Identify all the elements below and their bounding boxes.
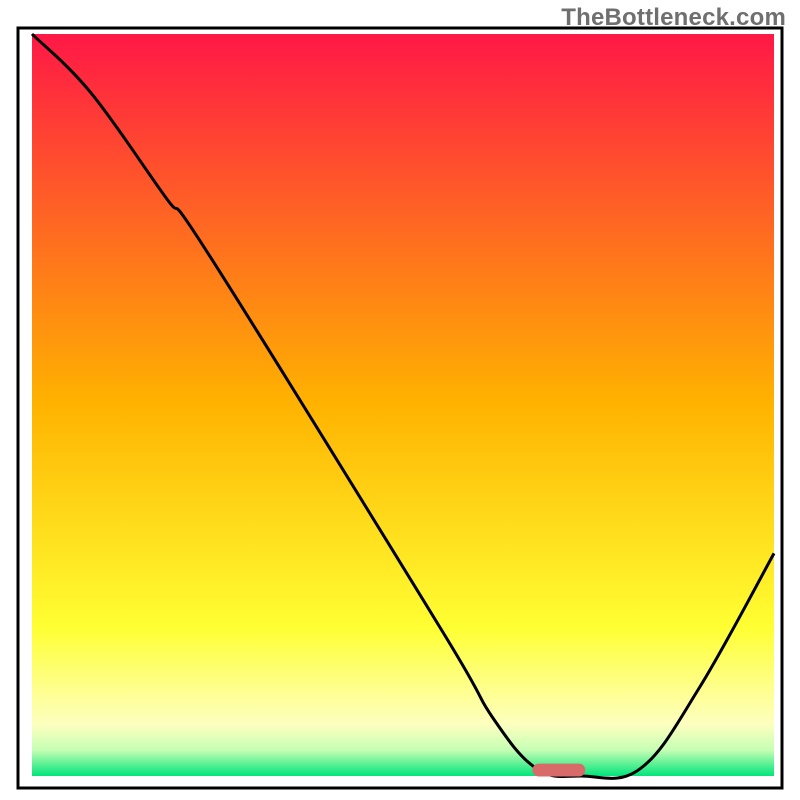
chart-container: TheBottleneck.com bbox=[0, 0, 800, 800]
optimal-marker bbox=[533, 764, 585, 776]
bottleneck-chart bbox=[0, 0, 800, 800]
plot-background bbox=[32, 34, 774, 776]
watermark-text: TheBottleneck.com bbox=[561, 4, 786, 32]
